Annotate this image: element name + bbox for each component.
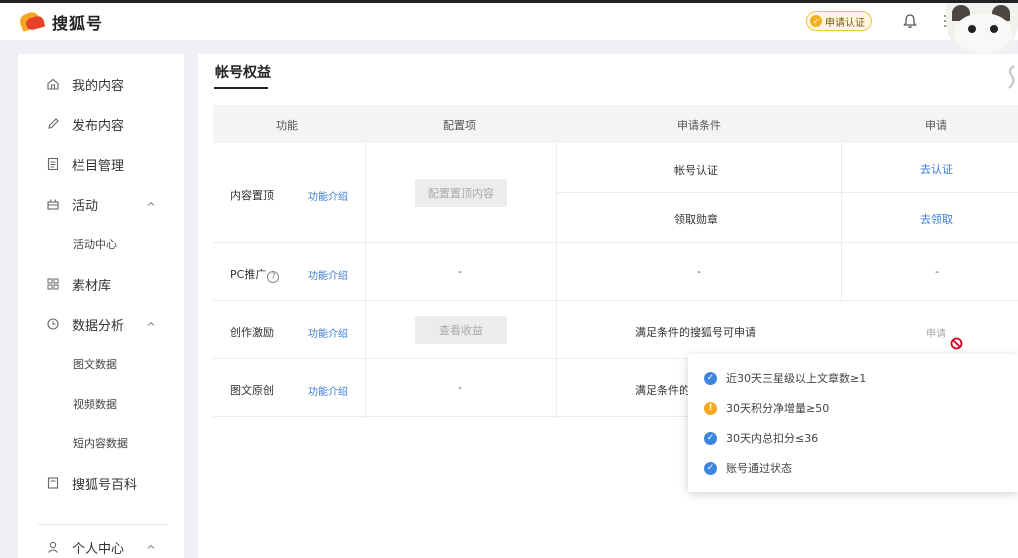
sidebar-item-materials[interactable]: 素材库 [18, 272, 184, 296]
sidebar-item-publish[interactable]: 发布内容 [18, 112, 184, 136]
table-header [213, 105, 1018, 143]
fox-logo-icon [17, 10, 46, 33]
grid-icon [47, 278, 59, 290]
sidebar-subitem-article-data[interactable]: 图文数据 [73, 356, 117, 372]
grid-line [213, 300, 1018, 301]
feature-intro-link-pc[interactable]: 功能介绍 [308, 267, 348, 282]
bell-icon[interactable] [902, 13, 918, 29]
column-header-config: 配置项 [443, 119, 476, 132]
popover-item-text: 30天积分净增量≥50 [726, 402, 830, 415]
condition-account-cert: 帐号认证 [674, 164, 718, 177]
go-claim-link[interactable]: 去领取 [920, 211, 953, 227]
feature-name-pc-label: PC推广 [230, 268, 267, 281]
feature-name-pc: PC推广? [230, 266, 280, 283]
gift-icon [47, 199, 59, 210]
feature-intro-link-original[interactable]: 功能介绍 [308, 383, 348, 398]
sidebar-item-label: 个人中心 [72, 541, 125, 557]
help-icon[interactable]: ? [267, 271, 280, 283]
page-title: 帐号权益 [215, 65, 271, 81]
config-empty: - [458, 265, 462, 278]
check-circle-icon: ✓ [704, 461, 717, 475]
configure-pinned-button[interactable]: 配置置顶内容 [415, 179, 507, 207]
home-icon [47, 78, 59, 90]
sidebar-item-data-analysis[interactable]: 数据分析 [18, 312, 184, 336]
sidebar-item-label: 活动 [72, 198, 99, 214]
grid-line [556, 192, 1018, 193]
condition-empty: - [697, 265, 701, 278]
apply-button-disabled[interactable]: 申请 [926, 325, 946, 340]
book-icon [47, 477, 59, 489]
grid-line [556, 143, 557, 418]
feature-name-top: 内容置顶 [230, 189, 274, 202]
feature-name-incentive: 创作激励 [230, 326, 274, 339]
brand-logo[interactable]: 搜狐号 [17, 10, 104, 34]
sidebar: 我的内容 发布内容 栏目管理 活动 活动中心 素材库 数据分析 图文数据 视频数… [18, 54, 184, 558]
grid-line [365, 143, 366, 418]
user-icon [48, 541, 58, 553]
condition-incentive: 满足条件的搜狐号可申请 [635, 326, 756, 339]
popover-item-text: 近30天三星级以上文章数≥1 [726, 372, 867, 385]
sidebar-item-encyclopedia[interactable]: 搜狐号百科 [18, 471, 184, 495]
chevron-up-icon[interactable] [146, 542, 156, 552]
pen-icon [48, 118, 59, 129]
sidebar-item-my-content[interactable]: 我的内容 [18, 72, 184, 96]
condition-original: 满足条件的 [635, 384, 690, 397]
warning-circle-icon: ! [704, 401, 717, 415]
sidebar-item-personal-center[interactable]: 个人中心 [18, 535, 184, 558]
apply-certification-label: 申请认证 [825, 17, 865, 29]
popover-item: ! 30天积分净增量≥50 [704, 400, 829, 416]
column-header-apply: 申请 [925, 119, 947, 132]
certification-icon: ✓ [810, 15, 822, 27]
grid-line [213, 242, 1018, 243]
sidebar-item-label: 数据分析 [72, 318, 125, 334]
sidebar-item-activity[interactable]: 活动 [18, 192, 184, 216]
sidebar-item-label: 我的内容 [72, 78, 125, 94]
apply-certification-button[interactable]: ✓ 申请认证 [806, 11, 872, 31]
avatar[interactable] [946, 3, 1018, 53]
top-bar: 搜狐号 ✓ 申请认证 [0, 0, 1018, 53]
view-earnings-button[interactable]: 查看收益 [415, 316, 507, 344]
sidebar-divider [38, 524, 168, 525]
check-circle-icon: ✓ [704, 371, 717, 385]
feature-intro-link-top[interactable]: 功能介绍 [308, 188, 348, 203]
brand-name: 搜狐号 [52, 14, 104, 33]
feature-name-original: 图文原创 [230, 384, 274, 397]
sidebar-item-label: 发布内容 [72, 118, 125, 134]
sidebar-subitem-video-data[interactable]: 视频数据 [73, 396, 117, 412]
popover-item: ✓ 账号通过状态 [704, 460, 792, 476]
grid-line [841, 143, 842, 303]
conditions-popover: ✓ 近30天三星级以上文章数≥1 ! 30天积分净增量≥50 ✓ 30天内总扣分… [688, 354, 1018, 492]
sidebar-item-label: 搜狐号百科 [72, 477, 138, 493]
scroll-handle-icon[interactable] [1004, 62, 1018, 92]
config-empty: - [458, 381, 462, 394]
sidebar-item-label: 栏目管理 [72, 158, 125, 174]
sidebar-item-label: 素材库 [72, 278, 112, 294]
clock-icon [47, 318, 59, 330]
chevron-up-icon[interactable] [146, 319, 156, 329]
popover-item-text: 账号通过状态 [726, 462, 792, 475]
popover-item: ✓ 30天内总扣分≤36 [704, 430, 818, 446]
feature-intro-link-incentive[interactable]: 功能介绍 [308, 325, 348, 340]
condition-claim-medal: 领取勋章 [674, 213, 718, 226]
chevron-up-icon[interactable] [146, 199, 156, 209]
column-header-feature: 功能 [276, 119, 298, 132]
forbidden-icon [950, 337, 963, 350]
title-underline [214, 87, 268, 89]
check-circle-icon: ✓ [704, 431, 717, 445]
column-header-condition: 申请条件 [677, 119, 721, 132]
sidebar-subitem-short-content-data[interactable]: 短内容数据 [73, 435, 128, 451]
go-certify-link[interactable]: 去认证 [920, 161, 953, 177]
popover-item: ✓ 近30天三星级以上文章数≥1 [704, 370, 866, 386]
apply-empty: - [935, 265, 939, 278]
sidebar-item-columns[interactable]: 栏目管理 [18, 152, 184, 176]
popover-item-text: 30天内总扣分≤36 [726, 432, 819, 445]
document-icon [47, 157, 59, 171]
sidebar-subitem-activity-center[interactable]: 活动中心 [73, 236, 117, 252]
